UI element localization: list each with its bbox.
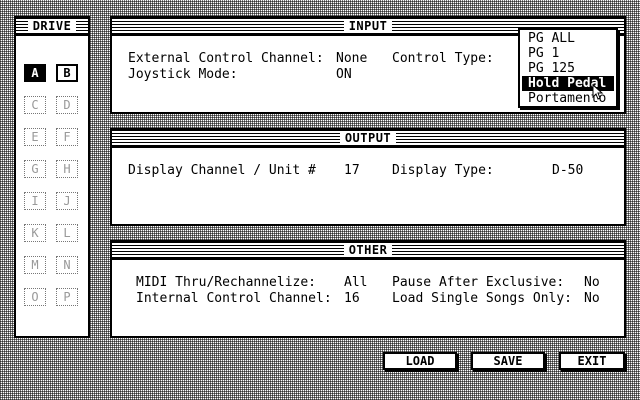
internal-control-channel-value[interactable]: 16	[344, 292, 360, 306]
external-control-channel-label: External Control Channel:	[128, 51, 324, 66]
control-type-option[interactable]: PG 125	[522, 61, 614, 76]
output-panel: OUTPUT Display Channel / Unit # 17 Displ…	[110, 128, 626, 226]
drive-button-a[interactable]: A	[24, 64, 46, 82]
drive-button-p: P	[56, 288, 78, 306]
display-type-label: Display Type:	[392, 163, 494, 178]
drive-button-m: M	[24, 256, 46, 274]
midi-thru-label: MIDI Thru/Rechannelize:	[136, 275, 317, 290]
internal-control-channel-label: Internal Control Channel:	[136, 291, 332, 306]
drive-panel-title: DRIVE	[16, 18, 88, 36]
drive-button-e: E	[24, 128, 46, 146]
midi-thru-value[interactable]: All	[344, 276, 367, 290]
load-single-songs-label: Load Single Songs Only:	[392, 291, 573, 306]
output-panel-title: OUTPUT	[112, 130, 624, 148]
drive-button-f: F	[56, 128, 78, 146]
drive-button-c: C	[24, 96, 46, 114]
drive-button-n: N	[56, 256, 78, 274]
control-type-option[interactable]: PG ALL	[522, 31, 614, 46]
display-channel-value[interactable]: 17	[344, 164, 360, 178]
drive-button-l: L	[56, 224, 78, 242]
other-panel-title: OTHER	[112, 242, 624, 260]
display-type-value[interactable]: D-50	[552, 164, 583, 178]
drive-button-i: I	[24, 192, 46, 210]
control-type-option[interactable]: PG 1	[522, 46, 614, 61]
control-type-label: Control Type:	[392, 51, 494, 66]
joystick-mode-label: Joystick Mode:	[128, 67, 238, 82]
drive-button-h: H	[56, 160, 78, 178]
pause-after-exclusive-value[interactable]: No	[584, 276, 600, 290]
drive-button-o: O	[24, 288, 46, 306]
drive-button-d: D	[56, 96, 78, 114]
pause-after-exclusive-label: Pause After Exclusive:	[392, 275, 565, 290]
load-button[interactable]: LOAD	[383, 352, 457, 370]
drive-button-b[interactable]: B	[56, 64, 78, 82]
drive-button-g: G	[24, 160, 46, 178]
exit-button[interactable]: EXIT	[559, 352, 625, 370]
mouse-pointer-icon	[592, 84, 604, 100]
drive-panel: DRIVE ABCDEFGHIJKLMNOP	[14, 16, 90, 338]
external-control-channel-value[interactable]: None	[336, 52, 367, 66]
joystick-mode-value[interactable]: ON	[336, 68, 352, 82]
drive-button-k: K	[24, 224, 46, 242]
other-panel: OTHER MIDI Thru/Rechannelize: All Pause …	[110, 240, 626, 338]
display-channel-label: Display Channel / Unit #	[128, 163, 316, 178]
load-single-songs-value[interactable]: No	[584, 292, 600, 306]
save-button[interactable]: SAVE	[471, 352, 545, 370]
drive-button-j: J	[56, 192, 78, 210]
